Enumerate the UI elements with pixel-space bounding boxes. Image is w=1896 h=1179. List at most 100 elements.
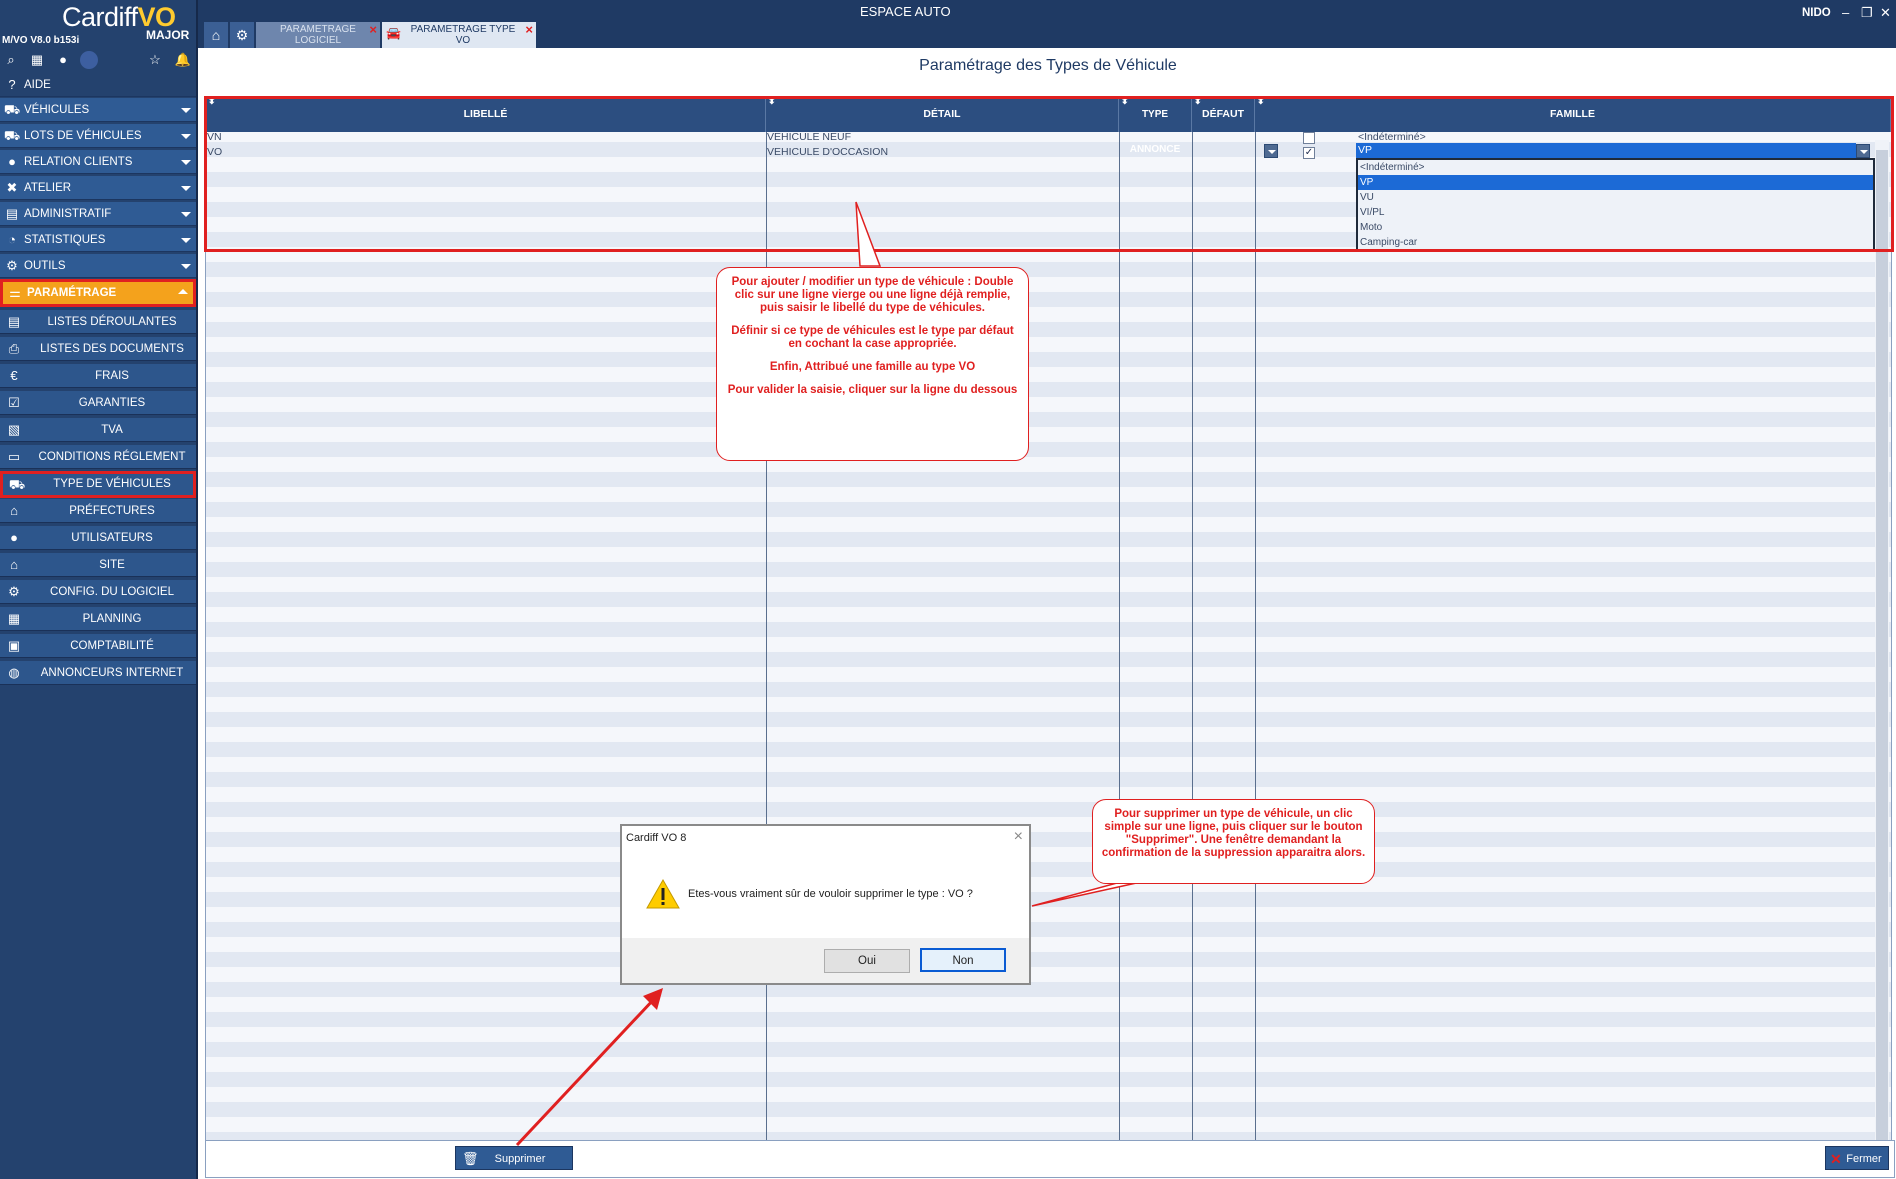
sidebar-item-label: RELATION CLIENTS xyxy=(24,156,133,168)
subitem-type-vehicules[interactable]: ⛟ TYPE DE VÉHICULES xyxy=(0,471,196,498)
vehicle-types-grid[interactable]: ⬍ LIBELLÉ ⬍ DÉTAIL ⬍ TYPE ANNONCE ⬍ DÉFAUT ⬍… xyxy=(205,96,1892,1177)
sidebar-item-statistiques[interactable]: ◔ STATISTIQUES xyxy=(0,228,196,252)
sidebar-item-aide[interactable]: ? AIDE xyxy=(0,73,196,97)
subitem-label: ANNONCEURS INTERNET xyxy=(40,667,184,679)
gear-icon: ⚙ xyxy=(6,258,18,273)
dialog-title: Cardiff VO 8 xyxy=(626,832,687,844)
confirm-dialog[interactable]: Cardiff VO 8 × Etes-vous vraiment sûr de… xyxy=(620,824,1031,985)
chevron-down-icon xyxy=(181,238,191,243)
sidebar-item-label: OUTILS xyxy=(24,260,66,272)
chevron-down-icon xyxy=(181,264,191,269)
subitem-label: TYPE DE VÉHICULES xyxy=(53,478,171,490)
subitem-tva[interactable]: ▧ TVA xyxy=(0,418,196,442)
chevron-down-icon xyxy=(181,108,191,113)
scrollbar-thumb[interactable] xyxy=(1876,150,1888,1166)
subitem-label: COMPTABILITÉ xyxy=(70,640,154,652)
tab-settings[interactable]: ⚙ xyxy=(230,22,254,48)
subitem-prefectures[interactable]: ⌂ PRÉFECTURES xyxy=(0,499,196,523)
subitem-label: CONDITIONS RÉGLEMENT xyxy=(38,451,186,463)
tab-parametrage-logiciel[interactable]: PARAMETRAGE LOGICIEL × xyxy=(256,22,380,48)
car-icon: ⛟ xyxy=(3,102,21,117)
user-name[interactable]: NIDO xyxy=(1802,7,1831,19)
warning-icon xyxy=(646,879,680,909)
subitem-listes-documents[interactable]: ⎙ LISTES DES DOCUMENTS xyxy=(0,337,196,361)
tab-label: PARAMETRAGE LOGICIEL xyxy=(280,24,356,46)
version-label: M/VO V8.0 b153i xyxy=(2,35,80,46)
calendar-icon: ▦ xyxy=(7,611,21,626)
close-button[interactable]: ✕ Fermer xyxy=(1825,1146,1889,1170)
bell-icon[interactable]: 🔔 xyxy=(174,51,192,69)
person-icon: ● xyxy=(10,530,18,545)
warning-mark xyxy=(661,888,665,900)
annotation-text: Définir si ce type de véhicules est le t… xyxy=(731,325,1014,350)
dialog-footer: Oui Non xyxy=(622,938,1029,983)
restore-icon[interactable]: ❐ xyxy=(1861,5,1873,21)
sidebar-item-lots[interactable]: ⛟ LOTS DE VÉHICULES xyxy=(0,124,196,148)
sidebar-item-vehicules[interactable]: ⛟ VÉHICULES xyxy=(0,98,196,122)
close-window-icon[interactable]: ✕ xyxy=(1880,5,1891,21)
subitem-planning[interactable]: ▦ PLANNING xyxy=(0,607,196,631)
tab-home[interactable]: ⌂ xyxy=(204,22,228,48)
gear-icon: ⚙ xyxy=(8,584,20,599)
subitem-label: SITE xyxy=(99,559,125,571)
star-icon[interactable]: ☆ xyxy=(146,51,164,69)
column-divider xyxy=(1255,132,1256,1177)
person-icon: ● xyxy=(8,154,16,169)
sidebar-item-parametrage[interactable]: ⚌ PARAMÉTRAGE xyxy=(0,279,196,307)
avatar[interactable] xyxy=(80,51,98,69)
sidebar-item-label: PARAMÉTRAGE xyxy=(27,287,117,299)
user-icon[interactable]: ● xyxy=(54,51,72,69)
arrow-line xyxy=(515,996,657,1147)
sidebar-item-label: AIDE xyxy=(24,79,51,91)
subitem-conditions-reglement[interactable]: ▭ CONDITIONS RÉGLEMENT xyxy=(0,445,196,469)
footer-bar: 🗑 Supprimer ✕ Fermer xyxy=(205,1140,1895,1178)
list-icon: ▤ xyxy=(7,314,21,329)
subitem-site[interactable]: ⌂ SITE xyxy=(0,553,196,577)
page-title: Paramétrage des Types de Véhicule xyxy=(919,57,1177,74)
subitem-listes-deroulantes[interactable]: ▤ LISTES DÉROULANTES xyxy=(0,310,196,334)
sidebar-item-label: VÉHICULES xyxy=(24,104,90,116)
column-divider xyxy=(1119,132,1120,1177)
gear-icon: ⚙ xyxy=(235,27,249,43)
tab-parametrage-type-vo[interactable]: 🚘 PARAMETRAGE TYPE VO × xyxy=(382,22,536,48)
subitem-config-logiciel[interactable]: ⚙ CONFIG. DU LOGICIEL xyxy=(0,580,196,604)
bank-icon: ⌂ xyxy=(10,503,18,518)
dialog-close-icon[interactable]: × xyxy=(1014,828,1023,846)
subitem-utilisateurs[interactable]: ● UTILISATEURS xyxy=(0,526,196,550)
delete-button-label: Supprimer xyxy=(494,1153,546,1165)
globe-icon: ◍ xyxy=(8,665,20,680)
chevron-down-icon xyxy=(181,134,191,139)
close-tab-icon[interactable]: × xyxy=(369,23,377,36)
annotation-text: Pour ajouter / modifier un type de véhic… xyxy=(731,276,1014,314)
close-icon: ✕ xyxy=(1830,1151,1842,1167)
minimize-icon[interactable]: – xyxy=(1842,5,1849,20)
search-icon[interactable]: ⌕ xyxy=(2,51,20,69)
subitem-comptabilite[interactable]: ▣ COMPTABILITÉ xyxy=(0,634,196,658)
chart-icon: ▧ xyxy=(7,422,21,437)
annotation-arrow xyxy=(515,988,663,1147)
annotation-delete: Pour supprimer un type de véhicule, un c… xyxy=(1092,799,1375,884)
no-button[interactable]: Non xyxy=(920,948,1006,972)
pointer-shape xyxy=(855,201,882,267)
annotation-text: Pour valider la saisie, cliquer sur la l… xyxy=(727,384,1018,396)
subitem-label: TVA xyxy=(101,424,123,436)
checkbox-icon: ☑ xyxy=(8,395,20,410)
calendar-icon[interactable]: ▦ xyxy=(28,51,46,69)
tab-label: PARAMETRAGE TYPE VO xyxy=(410,24,516,46)
home-icon: ⌂ xyxy=(211,27,221,43)
sidebar-item-administratif[interactable]: ▤ ADMINISTRATIF xyxy=(0,202,196,226)
subitem-label: LISTES DES DOCUMENTS xyxy=(40,343,184,355)
subitem-frais[interactable]: € FRAIS xyxy=(0,364,196,388)
close-tab-icon[interactable]: × xyxy=(525,23,533,36)
sidebar-item-relation-clients[interactable]: ● RELATION CLIENTS xyxy=(0,150,196,174)
yes-button[interactable]: Oui xyxy=(824,949,910,973)
euro-icon: € xyxy=(10,368,18,383)
subitem-garanties[interactable]: ☑ GARANTIES xyxy=(0,391,196,415)
car-icon: 🚘 xyxy=(386,26,401,40)
subitem-annonceurs-internet[interactable]: ◍ ANNONCEURS INTERNET xyxy=(0,661,196,685)
subitem-label: LISTES DÉROULANTES xyxy=(47,316,177,328)
subitem-label: FRAIS xyxy=(95,370,129,382)
sidebar-item-outils[interactable]: ⚙ OUTILS xyxy=(0,254,196,278)
sidebar-item-atelier[interactable]: ✖ ATELIER xyxy=(0,176,196,200)
sidebar-item-label: LOTS DE VÉHICULES xyxy=(24,130,142,142)
